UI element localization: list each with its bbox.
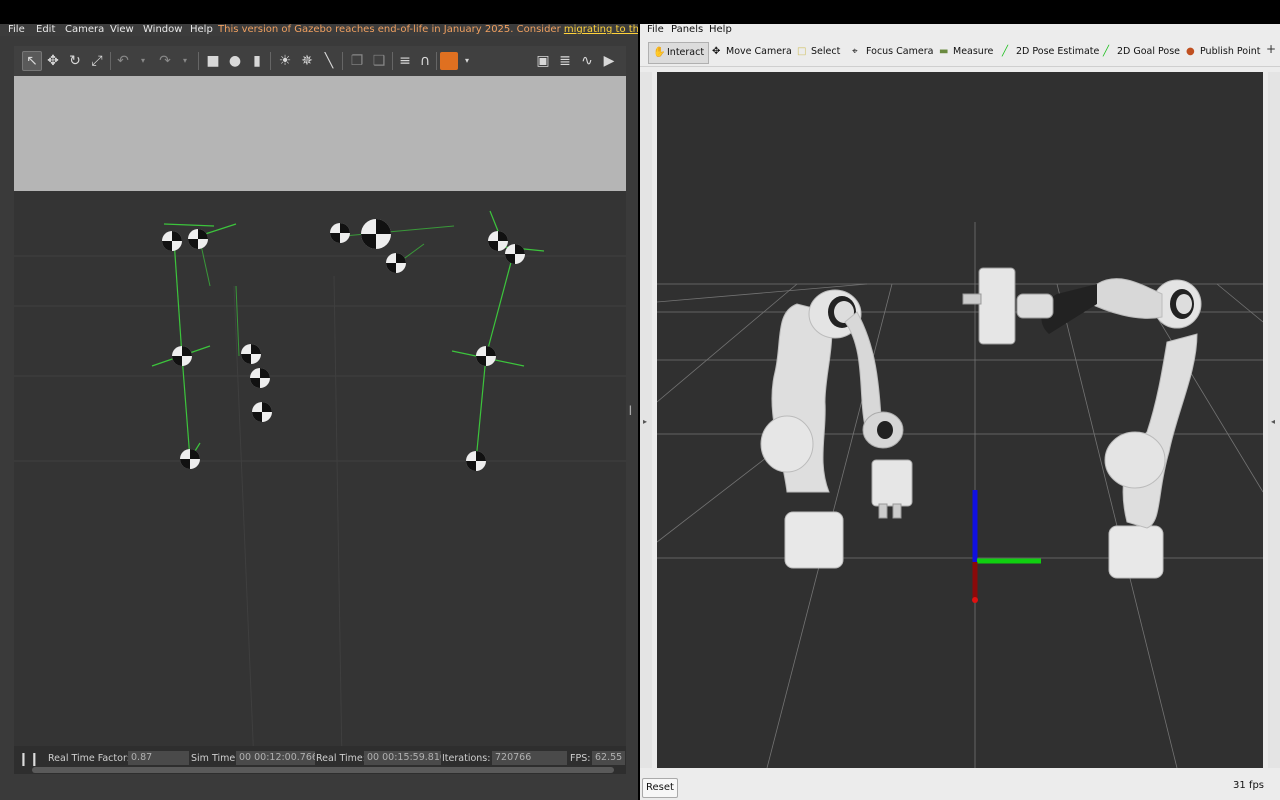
panel-collapse-icon[interactable]: ┃ xyxy=(628,406,633,415)
gazebo-menubar: File Edit Camera View Window Help This v… xyxy=(0,24,638,36)
real-time-value: 00 00:15:59.810 xyxy=(364,751,441,765)
reset-button[interactable]: Reset xyxy=(642,778,678,798)
paste-icon[interactable]: ❑ xyxy=(370,52,388,70)
right-robot-model xyxy=(962,267,1202,579)
tool-2d-goal-pose[interactable]: ╱ 2D Goal Pose xyxy=(1103,44,1180,60)
toolbar-add-icon[interactable]: + xyxy=(1266,42,1276,56)
iterations-value: 720766 xyxy=(492,751,567,765)
rtf-label: Real Time Factor: xyxy=(48,753,130,764)
cylinder-icon[interactable]: ▮ xyxy=(248,52,266,70)
box-icon[interactable]: ■ xyxy=(204,52,222,70)
menu-camera[interactable]: Camera xyxy=(65,24,104,36)
tool-move-camera-label: Move Camera xyxy=(726,46,792,57)
tool-move-camera[interactable]: ✥ Move Camera xyxy=(712,44,792,60)
rviz-menu-help[interactable]: Help xyxy=(709,24,732,36)
change-view-icon[interactable] xyxy=(440,52,458,70)
rotate-mode-icon[interactable]: ↻ xyxy=(66,52,84,70)
sim-time-value: 00 00:12:00.766 xyxy=(236,751,315,765)
menu-window[interactable]: Window xyxy=(143,24,182,36)
undo-history-icon[interactable]: ▾ xyxy=(134,52,152,70)
plot-icon[interactable]: ∿ xyxy=(578,52,596,70)
rviz-left-panel-handle[interactable]: ▸ xyxy=(640,72,652,768)
left-robot-model xyxy=(760,289,913,569)
menu-file[interactable]: File xyxy=(8,24,25,36)
gazebo-window: File Edit Camera View Window Help This v… xyxy=(0,24,638,800)
menu-help[interactable]: Help xyxy=(190,24,213,36)
rviz-scene-svg xyxy=(657,222,1263,768)
redo-icon[interactable]: ↷ xyxy=(156,52,174,70)
tool-2d-goal-pose-label: 2D Goal Pose xyxy=(1117,46,1181,57)
rviz-toolbar: ✋ Interact ✥ Move Camera □ Select ⌖ Focus Ca… xyxy=(640,38,1280,67)
redo-history-icon[interactable]: ▾ xyxy=(176,52,194,70)
record-log-icon[interactable]: ≣ xyxy=(556,52,574,70)
gazebo-horizontal-scrollbar[interactable] xyxy=(32,767,614,773)
tool-focus-camera-label: Focus Camera xyxy=(866,46,934,57)
rviz-right-panel-handle[interactable]: ◂ xyxy=(1268,72,1280,768)
tool-interact[interactable]: ✋ Interact xyxy=(648,42,710,64)
change-view-menu-icon[interactable]: ▾ xyxy=(458,52,476,70)
tool-focus-camera[interactable]: ⌖ Focus Camera xyxy=(852,44,933,60)
rviz-window: File Panels Help ✋ Interact ✥ Move Camera … xyxy=(640,24,1280,800)
rviz-fps-readout: 31 fps xyxy=(1233,780,1264,791)
rviz-menu-panels[interactable]: Panels xyxy=(671,24,703,36)
tool-select-label: Select xyxy=(811,46,841,57)
undo-icon[interactable]: ↶ xyxy=(114,52,132,70)
select-mode-icon[interactable]: ↖ xyxy=(22,51,42,71)
real-time-label: Real Time: xyxy=(316,753,366,764)
screenshot-icon[interactable]: ▣ xyxy=(534,52,552,70)
top-black-band xyxy=(0,0,1280,24)
move-camera-icon: ✥ xyxy=(712,46,721,57)
pose-arrow-icon: ╱ xyxy=(1002,46,1009,57)
fps-value: 62.55 xyxy=(592,751,625,765)
right-panel-arrow-icon[interactable]: ◂ xyxy=(1271,417,1275,426)
translate-mode-icon[interactable]: ✥ xyxy=(44,52,62,70)
tool-2d-pose-estimate[interactable]: ╱ 2D Pose Estimate xyxy=(1002,44,1099,60)
rtf-value: 0.87 xyxy=(128,751,189,765)
copy-icon[interactable]: ❐ xyxy=(348,52,366,70)
menu-view[interactable]: View xyxy=(110,24,134,36)
tool-publish-point[interactable]: ● Publish Point xyxy=(1186,44,1260,60)
ruler-icon: ▬ xyxy=(939,46,949,57)
gazebo-3d-viewport[interactable] xyxy=(14,76,626,764)
spot-light-icon[interactable]: ✵ xyxy=(298,52,316,70)
directional-light-icon[interactable]: ╲ xyxy=(320,52,338,70)
left-panel-arrow-icon[interactable]: ▸ xyxy=(643,417,647,426)
tool-interact-label: Interact xyxy=(667,47,705,58)
align-icon[interactable]: ≡ xyxy=(396,52,414,70)
scale-mode-icon[interactable]: ⤢ xyxy=(88,52,106,70)
gazebo-right-panel-handle[interactable]: ┃ xyxy=(626,76,638,776)
sim-time-label: Sim Time: xyxy=(191,753,239,764)
select-icon: □ xyxy=(797,46,807,57)
goal-arrow-icon: ╱ xyxy=(1103,46,1110,57)
video-record-icon[interactable]: ▶ xyxy=(600,52,618,70)
tool-2d-pose-estimate-label: 2D Pose Estimate xyxy=(1016,46,1100,57)
tool-publish-point-label: Publish Point xyxy=(1200,46,1261,57)
migration-link[interactable]: migrating to the new Gazebo xyxy=(564,24,638,35)
rviz-menubar: File Panels Help xyxy=(640,24,1280,36)
fps-label: FPS: xyxy=(570,753,591,764)
iterations-label: Iterations: xyxy=(442,753,491,764)
rviz-3d-viewport[interactable] xyxy=(657,72,1263,768)
eol-notice-text: This version of Gazebo reaches end-of-li… xyxy=(218,24,564,35)
rviz-bottom-bar: Reset 31 fps xyxy=(640,776,1280,800)
menu-edit[interactable]: Edit xyxy=(36,24,55,36)
point-light-icon[interactable]: ☀ xyxy=(276,52,294,70)
hand-icon: ✋ xyxy=(653,47,666,58)
tool-select[interactable]: □ Select xyxy=(797,44,840,60)
sphere-icon[interactable]: ● xyxy=(226,52,244,70)
tool-measure-label: Measure xyxy=(953,46,994,57)
tool-measure[interactable]: ▬ Measure xyxy=(939,44,993,60)
gazebo-scene-svg xyxy=(14,210,626,764)
rviz-menu-file[interactable]: File xyxy=(647,24,664,36)
pin-icon: ● xyxy=(1186,46,1195,57)
eol-notice: This version of Gazebo reaches end-of-li… xyxy=(218,24,638,36)
gazebo-toolbar: ↖ ✥ ↻ ⤢ ↶ ▾ ↷ ▾ ■ ● ▮ ☀ ✵ ╲ ❐ ❑ ≡ ∩ ▾ ▣ … xyxy=(14,46,626,77)
snap-icon[interactable]: ∩ xyxy=(416,52,434,70)
focus-icon: ⌖ xyxy=(852,46,858,57)
